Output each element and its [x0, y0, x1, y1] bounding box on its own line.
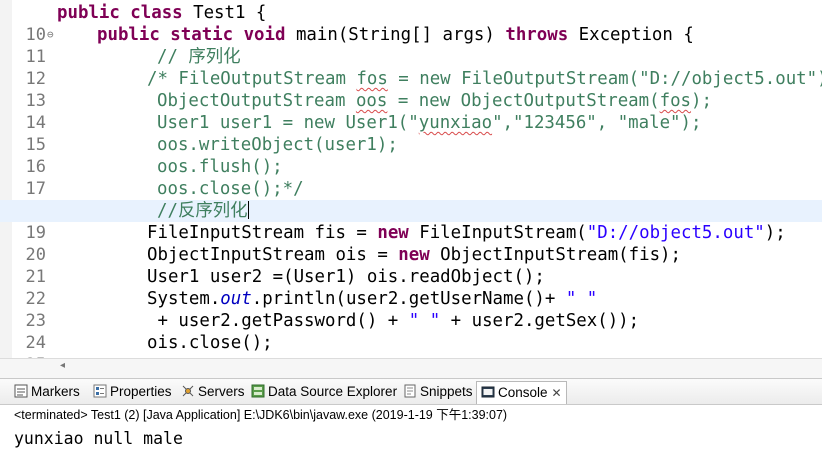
text-cursor	[247, 201, 249, 219]
tab-console[interactable]: Console ✕	[476, 381, 567, 404]
tab-markers[interactable]: Markers	[14, 383, 80, 401]
code-line-11: 11 ⊖ public static void main(String[] ar…	[0, 24, 822, 67]
horizontal-scrollbar[interactable]: ◂	[0, 358, 822, 378]
code-line-14: 14 ObjectOutputStream oos = new ObjectOu…	[0, 90, 822, 133]
tab-properties[interactable]: Properties	[93, 383, 172, 401]
console-process-status: <terminated> Test1 (2) [Java Application…	[14, 408, 508, 422]
properties-icon	[93, 384, 107, 398]
code-line-18: 18 oos.close();*/	[0, 178, 822, 221]
code-line-19-current: 19 //反序列化	[0, 200, 822, 243]
tab-data-source-explorer[interactable]: Data Source Explorer	[251, 383, 397, 401]
servers-icon	[181, 384, 195, 398]
console-output-text[interactable]: yunxiao null male	[14, 428, 183, 450]
code-editor[interactable]: 10 public class Test1 { 11 ⊖ public stat…	[0, 0, 822, 362]
markers-icon	[14, 384, 28, 398]
code-line-13: 13 /* FileOutputStream fos = new FileOut…	[0, 68, 822, 111]
console-icon	[481, 384, 495, 398]
fold-collapse-icon[interactable]: ⊖	[47, 24, 54, 46]
code-line-10: 10 public class Test1 {	[0, 2, 822, 45]
code-line-16: 16 oos.writeObject(user1);	[0, 134, 822, 177]
tab-servers[interactable]: Servers	[181, 383, 245, 401]
code-line-15: 15 User1 user1 = new User1("yunxiao","12…	[0, 112, 822, 155]
code-line-22: 22 User1 user2 =(User1) ois.readObject()…	[0, 266, 822, 309]
close-icon[interactable]: ✕	[552, 386, 562, 400]
code-line-12: 12 // 序列化	[0, 46, 822, 89]
code-line-17: 17 oos.flush();	[0, 156, 822, 199]
scroll-left-arrow-icon[interactable]: ◂	[60, 360, 65, 371]
code-line-20: 20 FileInputStream fis = new FileInputSt…	[0, 222, 822, 265]
tab-snippets[interactable]: Snippets	[403, 383, 473, 401]
code-line-23: 23 System.out.println(user2.getUserName(…	[0, 288, 822, 331]
code-line-21: 21 ObjectInputStream ois = new ObjectInp…	[0, 244, 822, 287]
console-tab-bar: Markers Properties Servers Data Source E…	[0, 378, 822, 405]
data-source-explorer-icon	[251, 384, 265, 398]
code-line-24: 24 + user2.getPassword() + " " + user2.g…	[0, 310, 822, 353]
snippets-icon	[403, 384, 417, 398]
code-line-25: 25 ois.close();	[0, 332, 822, 362]
